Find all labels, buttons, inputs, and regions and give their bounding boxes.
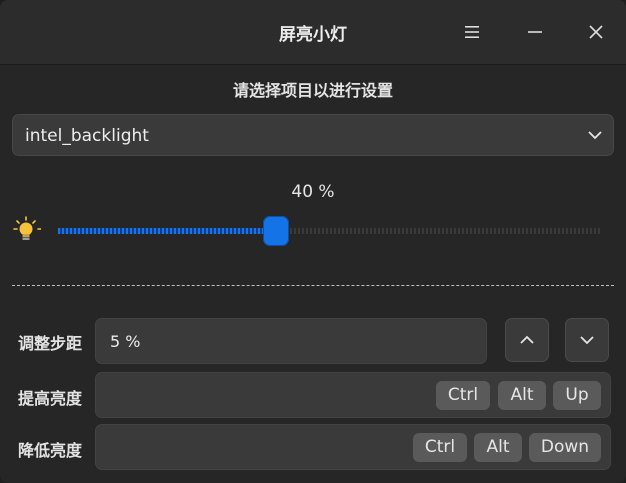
- keycap-up: Up: [553, 381, 601, 410]
- chevron-up-icon: [520, 335, 534, 344]
- increase-shortcut-field[interactable]: Ctrl Alt Up: [95, 372, 611, 418]
- slider-thumb[interactable]: [262, 216, 289, 246]
- keycap-alt: Alt: [498, 381, 546, 410]
- step-value: 5 %: [110, 332, 141, 351]
- step-increase-button[interactable]: [505, 318, 549, 362]
- keycap-alt: Alt: [474, 433, 522, 462]
- decrease-shortcut-field[interactable]: Ctrl Alt Down: [95, 424, 611, 470]
- decrease-label: 降低亮度: [18, 441, 83, 460]
- chevron-down-icon: [580, 336, 594, 345]
- device-prompt: 请选择项目以进行设置: [232, 81, 393, 100]
- step-decrease-button[interactable]: [565, 318, 609, 362]
- close-button[interactable]: [580, 16, 612, 48]
- hamburger-menu-icon: [465, 26, 479, 38]
- slider-fill: [58, 228, 276, 234]
- menu-button[interactable]: [456, 16, 488, 48]
- step-input[interactable]: 5 %: [95, 318, 487, 364]
- titlebar: 屏亮小灯: [0, 0, 626, 65]
- keycap-ctrl: Ctrl: [436, 381, 490, 410]
- device-select[interactable]: intel_backlight: [12, 114, 614, 156]
- lightbulb-icon: [13, 216, 41, 240]
- step-label: 调整步距: [18, 334, 83, 353]
- brightness-slider[interactable]: [58, 216, 602, 246]
- minimize-icon: [528, 31, 542, 33]
- app-window: 屏亮小灯 请选择项目以进行设置 intel_backlight 40 % 调整步…: [0, 0, 626, 483]
- keycap-down: Down: [529, 433, 601, 462]
- minimize-button[interactable]: [519, 16, 551, 48]
- close-icon: [589, 25, 603, 39]
- device-select-value: intel_backlight: [25, 126, 149, 146]
- brightness-percent: 40 %: [291, 182, 335, 202]
- increase-label: 提高亮度: [18, 389, 83, 408]
- section-divider: [12, 285, 614, 286]
- keycap-ctrl: Ctrl: [413, 433, 467, 462]
- chevron-down-icon: [588, 131, 602, 140]
